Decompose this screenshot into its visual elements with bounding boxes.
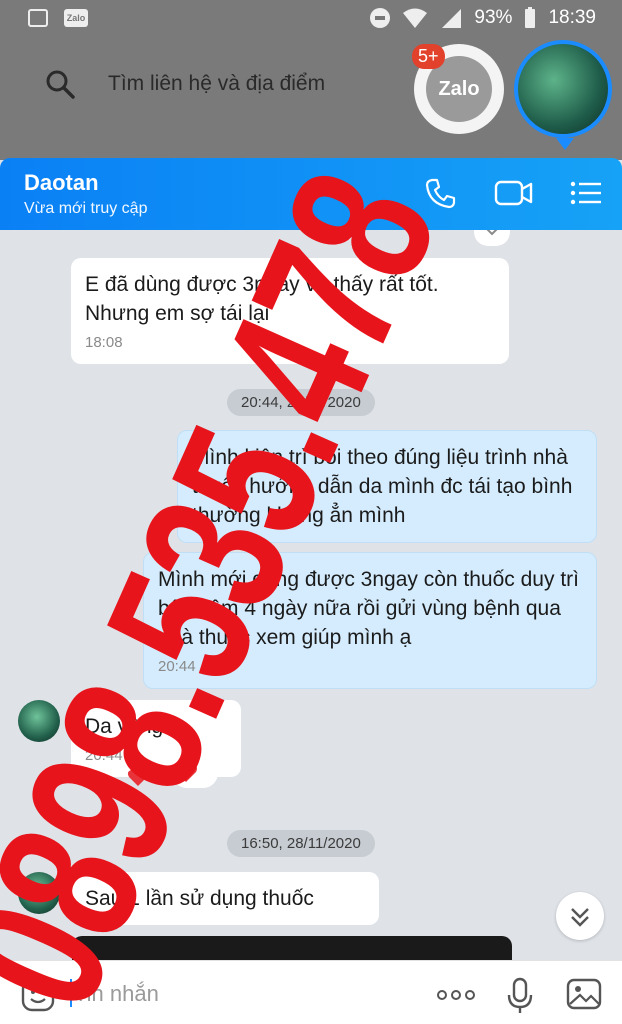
reaction-hearts[interactable] xyxy=(172,758,218,788)
avatar[interactable] xyxy=(18,872,60,914)
contact-chat-head[interactable] xyxy=(514,40,612,138)
more-options-icon[interactable] xyxy=(436,989,476,1001)
image-picker-icon[interactable] xyxy=(566,977,602,1011)
message-text: Sau 1 lần sử dụng thuốc xyxy=(85,887,314,910)
message-text: Da vâng xyxy=(85,715,164,738)
dnd-icon xyxy=(370,8,391,28)
battery-icon xyxy=(525,7,536,28)
gallery-icon xyxy=(28,9,48,27)
message-time: 18:08 xyxy=(85,334,123,351)
message-bubble[interactable]: Mình mới dùng được 3ngay còn thuốc duy t… xyxy=(143,552,597,689)
message-text: E đã dùng được 3ngay và thấy rất tốt. Nh… xyxy=(85,273,439,325)
battery-level: 93% xyxy=(474,7,513,28)
reaction-button[interactable] xyxy=(474,230,510,246)
message-text: Mình kiên trì bôi theo đúng liệu trình n… xyxy=(192,446,573,527)
search-input[interactable]: Tìm liên hệ và địa điểm xyxy=(108,72,325,96)
message-list[interactable]: E đã dùng được 3ngay và thấy rất tốt. Nh… xyxy=(0,230,622,960)
wifi-icon xyxy=(403,8,428,28)
heart-icon xyxy=(175,763,197,782)
chat-head-pointer xyxy=(556,138,574,150)
message-bubble[interactable]: Sau 1 lần sử dụng thuốc xyxy=(71,872,379,925)
signal-icon xyxy=(442,9,462,28)
chat-header: Daotan Vừa mới truy cập xyxy=(0,158,622,230)
sticker-icon[interactable] xyxy=(20,977,56,1013)
contact-name[interactable]: Daotan xyxy=(24,170,99,196)
chevron-down-icon xyxy=(486,230,498,236)
menu-list-icon[interactable] xyxy=(570,176,602,210)
message-composer: Tin nhắn xyxy=(0,960,622,1024)
text-caret xyxy=(70,979,72,1007)
search-bar[interactable]: Tìm liên hệ và địa điểm xyxy=(0,58,400,110)
video-call-icon[interactable] xyxy=(494,176,534,210)
message-bubble[interactable]: E đã dùng được 3ngay và thấy rất tốt. Nh… xyxy=(71,258,509,364)
date-separator: 20:44, 24/11/2020 xyxy=(227,389,375,416)
scroll-to-bottom-button[interactable] xyxy=(556,892,604,940)
message-text: Mình mới dùng được 3ngay còn thuốc duy t… xyxy=(158,568,579,649)
date-separator: 16:50, 28/11/2020 xyxy=(227,830,375,857)
presence-status: Vừa mới truy cập xyxy=(24,200,148,217)
phone-icon[interactable] xyxy=(424,176,458,210)
message-time: 20:44 xyxy=(158,658,196,675)
image-message[interactable] xyxy=(72,936,512,960)
clock: 18:39 xyxy=(548,7,596,28)
search-icon xyxy=(46,70,75,99)
double-chevron-down-icon xyxy=(571,908,589,927)
zalo-notification-icon: Zalo xyxy=(64,9,88,27)
microphone-icon[interactable] xyxy=(506,977,534,1015)
message-bubble[interactable]: Mình kiên trì bôi theo đúng liệu trình n… xyxy=(177,430,597,543)
status-bar: Zalo 93% 18:39 xyxy=(0,0,622,38)
heart-icon xyxy=(127,769,149,786)
avatar[interactable] xyxy=(18,700,60,742)
unread-badge: 5+ xyxy=(412,44,445,69)
message-input[interactable]: Tin nhắn xyxy=(74,981,159,1007)
